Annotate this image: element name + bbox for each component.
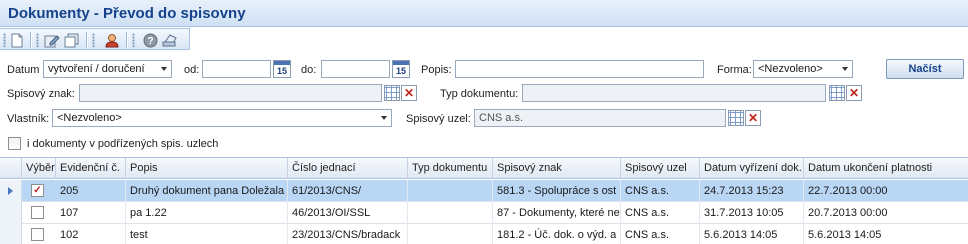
- column-header-typ-dokumentu[interactable]: Typ dokumentu: [408, 158, 493, 179]
- datum-type-select[interactable]: vytvoření / doručení: [43, 60, 172, 78]
- clear-icon[interactable]: ✕: [846, 85, 862, 101]
- lookup-icon[interactable]: [829, 85, 845, 101]
- vlastnik-select[interactable]: <Nezvoleno>: [52, 109, 392, 127]
- datum-label: Datum: [7, 64, 40, 76]
- cell-spisovy-uzel: CNS a.s.: [621, 202, 700, 224]
- subnodes-checkbox[interactable]: [8, 137, 21, 150]
- column-header-datum-ukonceni[interactable]: Datum ukončení platnosti: [804, 158, 968, 179]
- chevron-down-icon: [381, 116, 387, 120]
- row-checkbox[interactable]: [31, 228, 44, 241]
- cell-typ-dokumentu: [408, 180, 493, 202]
- toolbar: ?: [0, 28, 190, 50]
- typ-dokumentu-label: Typ dokumentu:: [440, 88, 519, 100]
- spisovy-uzel-label: Spisový uzel:: [406, 113, 471, 125]
- date-from-label: od:: [184, 64, 200, 76]
- cell-datum-vyrizeni: 24.7.2013 15:23: [700, 180, 804, 202]
- datum-type-value: vytvoření / doručení: [48, 63, 145, 75]
- table-row[interactable]: 102 test 23/2013/CNS/bradack 181.2 - Úč.…: [0, 224, 968, 244]
- forma-label: Forma:: [717, 64, 752, 76]
- cell-spisovy-znak: 87 - Dokumenty, které ne: [493, 202, 621, 224]
- cell-popis: Druhý dokument pana Doležala: [126, 180, 288, 202]
- row-indicator: [0, 224, 22, 244]
- cell-typ-dokumentu: [408, 224, 493, 244]
- toolbar-separator: [86, 32, 88, 48]
- calendar-icon[interactable]: 15: [392, 60, 410, 78]
- cell-cislo-jednaci: 61/2013/CNS/: [288, 180, 408, 202]
- cell-popis: test: [126, 224, 288, 244]
- title-bar: Dokumenty - Převod do spisovny: [0, 0, 968, 27]
- clear-icon[interactable]: ✕: [401, 85, 417, 101]
- cell-datum-ukonceni: 20.7.2013 00:00: [808, 207, 888, 219]
- cell-spisovy-uzel: CNS a.s.: [621, 180, 700, 202]
- cell-spisovy-znak: 581.3 - Spolupráce s ost: [493, 180, 621, 202]
- column-header-evidencni[interactable]: Evidenční č.: [56, 158, 126, 179]
- current-row-icon: [8, 187, 13, 195]
- column-header-popis[interactable]: Popis: [126, 158, 288, 179]
- date-to-label: do:: [301, 64, 317, 76]
- cell-evidencni: 107: [56, 202, 126, 224]
- toolbar-separator: [30, 32, 32, 48]
- vlastnik-label: Vlastník:: [7, 113, 50, 125]
- date-to-input[interactable]: [321, 60, 390, 78]
- grid-header: Výběr Evidenční č. Popis Číslo jednací T…: [0, 158, 968, 179]
- row-checkbox[interactable]: ✓: [31, 184, 44, 197]
- row-indicator: [0, 202, 22, 224]
- cell-typ-dokumentu: [408, 202, 493, 224]
- cell-cislo-jednaci: 46/2013/OI/SSL: [288, 202, 408, 224]
- column-header-vyber[interactable]: Výběr: [22, 158, 56, 179]
- column-header-cislo-jednaci[interactable]: Číslo jednací: [288, 158, 408, 179]
- cell-spisovy-znak: 181.2 - Úč. dok. o výd. a: [493, 224, 621, 244]
- user-icon[interactable]: [104, 32, 120, 48]
- window-title: Dokumenty - Převod do spisovny: [8, 5, 246, 22]
- toolbar-grip[interactable]: [3, 33, 6, 47]
- cell-cislo-jednaci: 23/2013/CNS/bradack: [288, 224, 408, 244]
- toolbar-separator: [126, 32, 128, 48]
- calendar-icon[interactable]: 15: [273, 60, 291, 78]
- cell-datum-vyrizeni: 31.7.2013 10:05: [700, 202, 804, 224]
- cell-spisovy-uzel: CNS a.s.: [621, 224, 700, 244]
- chevron-down-icon: [842, 67, 848, 71]
- column-header-spisovy-uzel[interactable]: Spisový uzel: [621, 158, 700, 179]
- forma-value: <Nezvoleno>: [758, 63, 823, 75]
- column-header-spisovy-znak[interactable]: Spisový znak: [493, 158, 621, 179]
- svg-text:?: ?: [147, 36, 153, 47]
- cell-evidencni: 102: [56, 224, 126, 244]
- lookup-icon[interactable]: [728, 110, 744, 126]
- toolbar-grip[interactable]: [92, 33, 95, 47]
- table-row[interactable]: ✓ 205 Druhý dokument pana Doležala 61/20…: [0, 180, 968, 202]
- row-indicator: [0, 180, 22, 202]
- help-icon[interactable]: ?: [142, 32, 158, 48]
- row-indicator-header: [0, 158, 22, 179]
- print-icon[interactable]: [162, 32, 178, 48]
- vlastnik-value: <Nezvoleno>: [57, 112, 122, 124]
- toolbar-grip[interactable]: [132, 33, 135, 47]
- chevron-down-icon: [161, 67, 167, 71]
- spisovy-uzel-input[interactable]: CNS a.s.: [474, 109, 726, 127]
- column-header-datum-vyrizeni[interactable]: Datum vyřízení dok.: [700, 158, 804, 179]
- cell-evidencni: 205: [56, 180, 126, 202]
- copy-icon[interactable]: [64, 32, 80, 48]
- toolbar-grip[interactable]: [36, 33, 39, 47]
- spisovy-znak-input[interactable]: [79, 84, 382, 102]
- row-checkbox[interactable]: [31, 206, 44, 219]
- load-button[interactable]: Načíst: [886, 59, 964, 79]
- new-document-icon[interactable]: [9, 32, 25, 48]
- edit-icon[interactable]: [44, 32, 60, 48]
- popis-label: Popis:: [421, 64, 452, 76]
- clear-icon[interactable]: ✕: [745, 110, 761, 126]
- cell-datum-vyrizeni: 5.6.2013 14:05: [700, 224, 804, 244]
- date-from-input[interactable]: [202, 60, 271, 78]
- typ-dokumentu-input[interactable]: [522, 84, 826, 102]
- subnodes-checkbox-label: i dokumenty v podřízených spis. uzlech: [27, 138, 219, 150]
- table-row[interactable]: 107 pa 1.22 46/2013/OI/SSL 87 - Dokument…: [0, 202, 968, 224]
- forma-select[interactable]: <Nezvoleno>: [753, 60, 853, 78]
- cell-popis: pa 1.22: [126, 202, 288, 224]
- cell-datum-ukonceni: 5.6.2013 14:05: [808, 229, 882, 241]
- filter-panel: Datum vytvoření / doručení od: 15 do: 15…: [0, 51, 968, 156]
- lookup-icon[interactable]: [384, 85, 400, 101]
- cell-datum-ukonceni: 22.7.2013 00:00: [808, 185, 888, 197]
- documents-grid: Výběr Evidenční č. Popis Číslo jednací T…: [0, 157, 968, 244]
- popis-input[interactable]: [455, 60, 704, 78]
- spisovy-znak-label: Spisový znak:: [7, 88, 75, 100]
